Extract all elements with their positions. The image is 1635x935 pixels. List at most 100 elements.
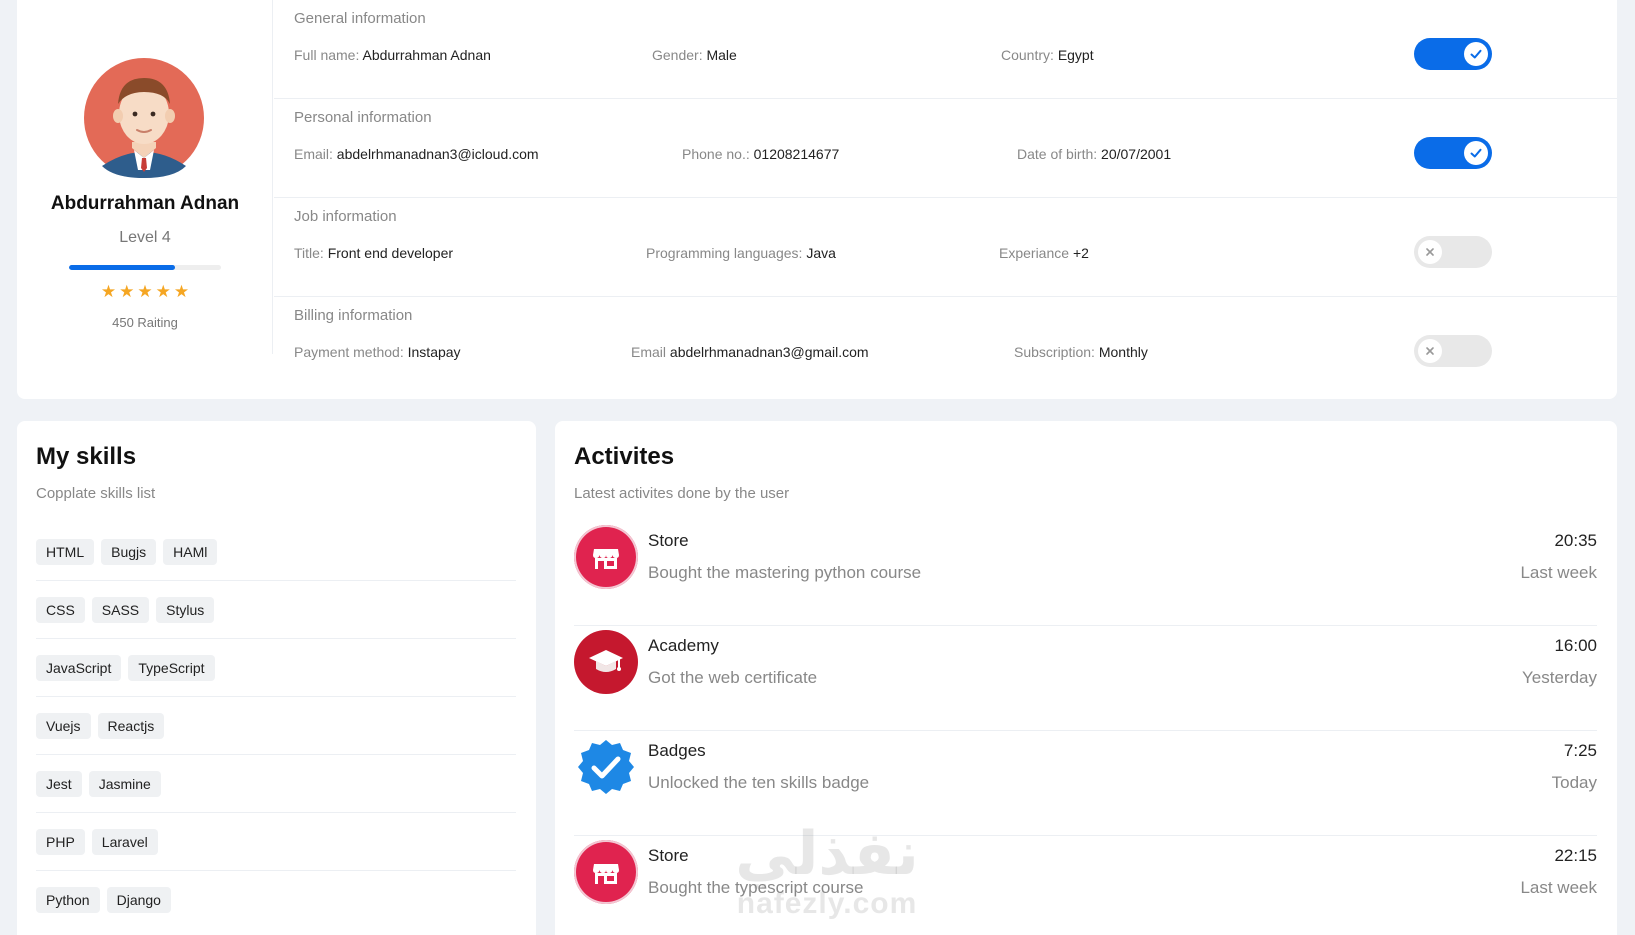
activity-item: Store Bought the mastering python course 2… bbox=[574, 521, 1597, 626]
field-label: Phone no.: bbox=[682, 146, 754, 162]
activity-icon bbox=[574, 735, 638, 799]
skill-tag: Jest bbox=[36, 770, 82, 797]
info-field: Subscription: Monthly bbox=[1014, 344, 1148, 360]
toggle-knob bbox=[1464, 141, 1488, 165]
skill-tag: HAMl bbox=[163, 538, 218, 565]
field-value: abdelrhmanadnan3@icloud.com bbox=[336, 146, 539, 162]
skill-tag: Stylus bbox=[156, 596, 215, 623]
store-icon bbox=[593, 549, 619, 569]
skill-tag: Bugjs bbox=[101, 538, 157, 565]
activity-date: Yesterday bbox=[1522, 668, 1597, 687]
user-level: Level 4 bbox=[119, 229, 171, 246]
activities-subtitle: Latest activites done by the user bbox=[574, 485, 790, 502]
close-icon bbox=[1426, 347, 1434, 355]
section-toggle[interactable] bbox=[1414, 236, 1492, 268]
profile-summary: Abdurrahman Adnan Level 4 ★ ★ ★ ★ ★ 450 Rait… bbox=[17, 0, 273, 354]
section-toggle[interactable] bbox=[1414, 137, 1492, 169]
info-field: Date of birth: 20/07/2001 bbox=[1017, 146, 1171, 162]
activity-title: Store bbox=[648, 531, 689, 550]
skills-title: My skills bbox=[36, 443, 137, 470]
skill-row: HTML Bugjs HAMl bbox=[36, 523, 516, 581]
skill-tag: Django bbox=[106, 887, 171, 913]
field-value: Instapay bbox=[407, 344, 461, 360]
info-field: Payment method: Instapay bbox=[294, 344, 461, 360]
section-title: General information bbox=[294, 10, 426, 27]
activity-item: Academy Got the web certificate 16:00 Yeste… bbox=[574, 626, 1597, 731]
activity-time: 22:15 bbox=[1554, 846, 1597, 865]
toggle-knob bbox=[1464, 42, 1488, 66]
section-title: Job information bbox=[294, 208, 397, 225]
activities-title: Activites bbox=[574, 443, 675, 470]
skill-tag: Vuejs bbox=[36, 712, 91, 739]
field-label: Payment method: bbox=[294, 344, 408, 360]
skill-tag: Laravel bbox=[91, 828, 158, 855]
field-value: Java bbox=[806, 245, 836, 261]
activity-time: 7:25 bbox=[1563, 741, 1597, 760]
skill-row: CSS SASS Stylus bbox=[36, 581, 516, 639]
field-label: Title: bbox=[294, 245, 328, 261]
activity-item: Store Bought the typescript course 22:15 La… bbox=[574, 836, 1597, 935]
level-progress-bar bbox=[69, 265, 221, 270]
skill-tag: Reactjs bbox=[97, 712, 165, 739]
toggle-knob bbox=[1418, 240, 1442, 264]
field-label: Country: bbox=[1001, 47, 1058, 63]
info-field: Email abdelrhmanadnan3@gmail.com bbox=[631, 344, 869, 360]
field-label: Email: bbox=[294, 146, 337, 162]
skill-tag: TypeScript bbox=[128, 654, 215, 681]
info-field: Country: Egypt bbox=[1001, 47, 1094, 63]
skill-tag: CSS bbox=[36, 596, 85, 623]
activity-time: 20:35 bbox=[1554, 531, 1597, 550]
section-toggle[interactable] bbox=[1414, 38, 1492, 70]
activity-icon bbox=[574, 630, 638, 694]
info-field: Gender: Male bbox=[652, 47, 737, 63]
star-icon: ★ bbox=[137, 282, 153, 301]
activity-title: Badges bbox=[648, 741, 706, 760]
field-label: Experiance bbox=[999, 245, 1073, 261]
skill-row: Python Django bbox=[36, 871, 516, 929]
field-label: Subscription: bbox=[1014, 344, 1099, 360]
level-progress-fill bbox=[69, 265, 176, 270]
activity-item: Badges Unlocked the ten skills badge 7:25 T… bbox=[574, 731, 1597, 836]
activity-description: Unlocked the ten skills badge bbox=[648, 773, 870, 792]
skill-row: Vuejs Reactjs bbox=[36, 697, 516, 755]
activity-date: Last week bbox=[1520, 563, 1597, 582]
skills-subtitle: Copplate skills list bbox=[36, 485, 156, 502]
store-icon bbox=[593, 864, 619, 884]
activity-title: Store bbox=[648, 846, 689, 865]
field-value: 20/07/2001 bbox=[1101, 146, 1172, 162]
skill-row: PHP Laravel bbox=[36, 813, 516, 871]
field-label: Email bbox=[631, 344, 670, 360]
section-toggle[interactable] bbox=[1414, 335, 1492, 367]
verified-badge-icon bbox=[578, 740, 634, 794]
star-icon: ★ bbox=[173, 282, 190, 301]
check-icon bbox=[1470, 49, 1482, 59]
skill-tag: SASS bbox=[91, 596, 150, 623]
skill-tag: Python bbox=[36, 887, 100, 913]
activity-date: Last week bbox=[1520, 878, 1597, 897]
graduation-cap-icon bbox=[589, 650, 623, 672]
info-field: Email: abdelrhmanadnan3@icloud.com bbox=[294, 146, 539, 162]
skill-row: JavaScript TypeScript bbox=[36, 639, 516, 697]
activity-title: Academy bbox=[648, 636, 719, 655]
field-value: Front end developer bbox=[327, 245, 454, 261]
star-icon: ★ bbox=[155, 282, 171, 301]
star-icon: ★ bbox=[100, 282, 117, 301]
activity-icon bbox=[574, 840, 638, 904]
field-label: Full name: bbox=[294, 47, 363, 63]
field-value: Abdurrahman Adnan bbox=[362, 47, 491, 63]
user-name: Abdurrahman Adnan bbox=[50, 193, 240, 214]
activity-icon bbox=[574, 525, 638, 589]
field-label: Gender: bbox=[652, 47, 707, 63]
profile-card: Abdurrahman Adnan Level 4 ★ ★ ★ ★ ★ 450 Rait… bbox=[17, 0, 1617, 399]
field-value: abdelrhmanadnan3@gmail.com bbox=[669, 344, 869, 360]
info-section: Personal information Email: abdelrhmanadn… bbox=[274, 99, 1617, 198]
info-field: Programming languages: Java bbox=[646, 245, 836, 261]
field-value: Egypt bbox=[1057, 47, 1094, 63]
skill-tag: Jasmine bbox=[88, 770, 161, 797]
skill-tag: JavaScript bbox=[36, 654, 122, 681]
skill-row: Jest Jasmine bbox=[36, 755, 516, 813]
rating-stars: ★ ★ ★ ★ ★ bbox=[17, 283, 273, 300]
skills-card: My skills Copplate skills list HTML Bugjs… bbox=[17, 421, 536, 935]
activity-description: Bought the mastering python course bbox=[648, 563, 922, 582]
activity-description: Got the web certificate bbox=[648, 668, 818, 687]
